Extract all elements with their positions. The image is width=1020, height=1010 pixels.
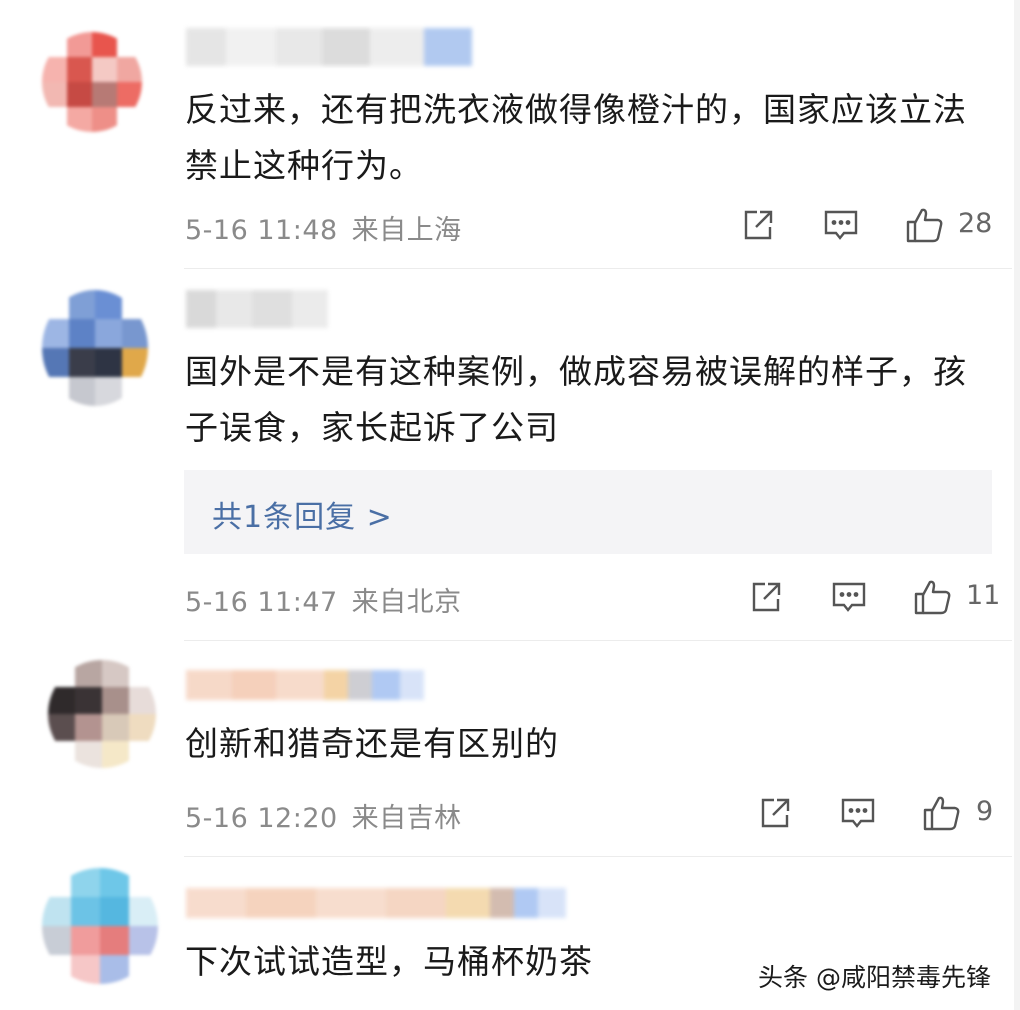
reply-summary-box[interactable]: 共1条回复 >	[184, 470, 992, 554]
share-icon[interactable]	[740, 207, 776, 243]
scrollbar-track[interactable]	[1014, 0, 1020, 1010]
username-blurred[interactable]	[186, 28, 472, 66]
comment-icon[interactable]	[831, 579, 867, 615]
divider	[184, 268, 1012, 269]
avatar[interactable]	[42, 32, 142, 132]
like-count: 9	[976, 796, 994, 827]
comment-text: 创新和猎奇还是有区别的	[185, 724, 559, 763]
view-replies-link[interactable]: 共1条回复 >	[212, 492, 393, 536]
comment-meta: 5-16 12:20 来自吉林	[185, 796, 462, 835]
comment-icon[interactable]	[840, 795, 876, 831]
like-count: 11	[966, 580, 1001, 611]
comment-location: 来自吉林	[351, 803, 462, 834]
divider	[184, 640, 1012, 641]
comment-location: 来自上海	[351, 215, 462, 246]
avatar[interactable]	[48, 660, 156, 768]
divider	[184, 856, 1012, 857]
share-icon[interactable]	[748, 579, 784, 615]
comment-meta: 5-16 11:48 来自上海	[185, 208, 462, 247]
share-icon[interactable]	[757, 795, 793, 831]
comment-meta: 5-16 11:47 来自北京	[185, 580, 462, 619]
comment-date: 5-16 12:20	[185, 803, 338, 834]
comment-date: 5-16 11:48	[185, 215, 338, 246]
thumbs-up-icon[interactable]	[913, 577, 953, 617]
comment-list-page: 反过来，还有把洗衣液做得像橙汁的，国家应该立法禁止这种行为。 5-16 11:4…	[0, 0, 1020, 1010]
username-blurred[interactable]	[186, 670, 424, 700]
username-blurred[interactable]	[186, 888, 566, 918]
thumbs-up-icon[interactable]	[922, 793, 962, 833]
watermark: 头条 @咸阳禁毒先锋	[758, 963, 991, 992]
avatar[interactable]	[42, 290, 148, 406]
like-count: 28	[958, 208, 993, 239]
comment-date: 5-16 11:47	[185, 587, 338, 618]
comment-text: 国外是不是有这种案例，做成容易被误解的样子，孩子误食，家长起诉了公司	[185, 352, 967, 447]
username-blurred[interactable]	[186, 290, 328, 328]
thumbs-up-icon[interactable]	[905, 205, 945, 245]
comment-text: 反过来，还有把洗衣液做得像橙汁的，国家应该立法禁止这种行为。	[185, 90, 967, 185]
comment-location: 来自北京	[351, 587, 462, 618]
avatar[interactable]	[42, 868, 158, 984]
comment-icon[interactable]	[823, 207, 859, 243]
